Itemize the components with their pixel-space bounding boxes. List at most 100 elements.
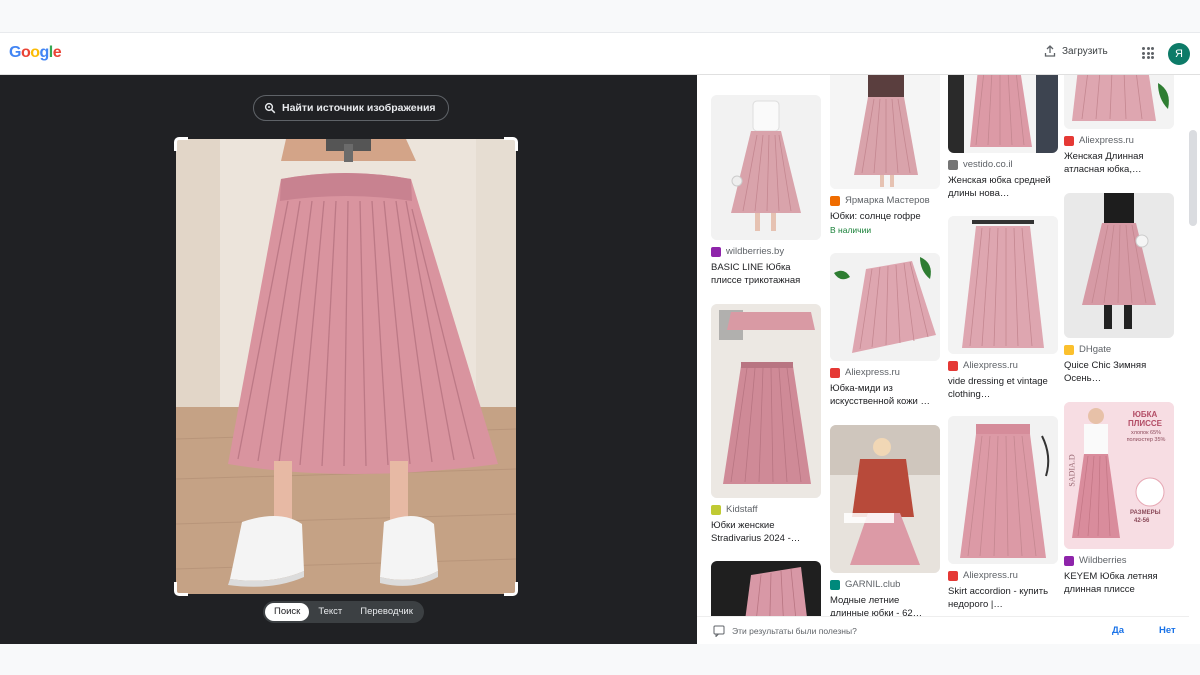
- result-thumbnail: [948, 75, 1058, 153]
- query-image[interactable]: [176, 139, 516, 594]
- source-favicon-icon: [948, 159, 958, 170]
- result-source: wildberries.by: [711, 246, 821, 257]
- crop-corner-top-right[interactable]: [504, 137, 518, 151]
- source-name: Aliexpress.ru: [845, 367, 900, 378]
- crop-corner-bottom-left[interactable]: [174, 582, 188, 596]
- result-thumbnail: [830, 425, 940, 573]
- logo-letter: g: [39, 44, 50, 61]
- result-title[interactable]: Quice Chic Зимняя Осень…: [1064, 359, 1174, 385]
- tab-text[interactable]: Текст: [309, 603, 351, 621]
- feedback-bar: Эти результаты были полезны? Да Нет: [697, 616, 1189, 644]
- result-card[interactable]: Aliexpress.ru Женская Длинная атласная ю…: [1064, 75, 1174, 176]
- result-card[interactable]: Kidstaff Юбки женские Stradivarius 2024 …: [711, 304, 821, 545]
- result-title[interactable]: Юбки женские Stradivarius 2024 -…: [711, 519, 821, 545]
- result-source: Aliexpress.ru: [830, 367, 940, 378]
- tab-translate[interactable]: Переводчик: [351, 603, 422, 621]
- source-name: wildberries.by: [726, 246, 785, 257]
- google-logo[interactable]: Google: [9, 44, 62, 62]
- source-name: DHgate: [1079, 344, 1112, 355]
- tab-search[interactable]: Поиск: [265, 603, 310, 621]
- result-card[interactable]: Aliexpress.ru vide dressing et vintage c…: [948, 216, 1058, 401]
- source-name: Ярмарка Мастеров: [845, 195, 930, 206]
- result-source: Kidstaff: [711, 504, 821, 515]
- source-favicon-icon: [711, 504, 721, 515]
- logo-letter: e: [52, 44, 62, 61]
- source-favicon-icon: [948, 360, 958, 371]
- result-card[interactable]: Aliexpress.ru Skirt accordion - купить н…: [948, 416, 1058, 611]
- result-card[interactable]: GARNIL.club Модные летние длинные юбки -…: [830, 425, 940, 620]
- result-title[interactable]: Женская юбка средней длины нова…: [948, 174, 1058, 200]
- avatar[interactable]: Я: [1168, 43, 1190, 65]
- lens-mode-switcher: Поиск Текст Переводчик: [263, 601, 424, 623]
- promo-sizes: 42-56: [1134, 518, 1150, 524]
- result-card[interactable]: ЮБКА ПЛИССЕ хлопок 65% полиэстер 35% РАЗ…: [1064, 402, 1174, 596]
- result-title[interactable]: KEYEM Юбка летняя длинная плиссе: [1064, 570, 1174, 596]
- logo-letter: o: [20, 44, 31, 61]
- upload-label: Загрузить: [1062, 45, 1108, 57]
- source-name: Aliexpress.ru: [963, 360, 1018, 371]
- lens-search-icon: [264, 102, 276, 114]
- result-source: GARNIL.club: [830, 579, 940, 590]
- source-name: Aliexpress.ru: [1079, 135, 1134, 146]
- result-source: Aliexpress.ru: [948, 570, 1058, 581]
- crop-corner-top-left[interactable]: [174, 137, 188, 151]
- result-source: Wildberries: [1064, 555, 1174, 566]
- browser-top-bar: [0, 0, 1200, 33]
- upload-icon: [1044, 45, 1056, 57]
- source-favicon-icon: [830, 195, 840, 206]
- feedback-no-button[interactable]: Нет: [1159, 625, 1176, 636]
- result-card[interactable]: Ярмарка Мастеров Юбки: солнце гофре В на…: [830, 75, 940, 235]
- header: Google Загрузить Я: [0, 33, 1200, 75]
- crop-corner-bottom-right[interactable]: [504, 582, 518, 596]
- result-source: Aliexpress.ru: [1064, 135, 1174, 146]
- apps-grid-icon[interactable]: [1142, 47, 1154, 59]
- find-image-source-button[interactable]: Найти источник изображения: [253, 95, 449, 121]
- result-title[interactable]: Юбки: солнце гофре: [830, 210, 940, 223]
- source-favicon-icon: [948, 570, 958, 581]
- promo-headline: ЮБКА ПЛИССЕ: [1127, 410, 1162, 428]
- result-title[interactable]: BASIC LINE Юбка плиссе трикотажная: [711, 261, 821, 287]
- result-card[interactable]: Aliexpress.ru Юбка-миди из искусственной…: [830, 253, 940, 408]
- logo-letter: G: [9, 44, 21, 61]
- source-name: GARNIL.club: [845, 579, 901, 590]
- promo-sizes-label: РАЗМЕРЫ: [1130, 510, 1161, 516]
- result-source: Ярмарка Мастеров: [830, 195, 940, 206]
- upload-button[interactable]: Загрузить: [1044, 45, 1108, 57]
- result-card[interactable]: wildberries.by BASIC LINE Юбка плиссе тр…: [711, 75, 821, 287]
- promo-brand: SADIA.D: [1067, 454, 1077, 487]
- result-thumbnail: [1064, 75, 1174, 129]
- result-title[interactable]: vide dressing et vintage clothing…: [948, 375, 1058, 401]
- result-thumbnail: [830, 75, 940, 189]
- source-favicon-icon: [830, 367, 840, 378]
- source-favicon-icon: [711, 246, 721, 257]
- result-source: DHgate: [1064, 344, 1174, 355]
- source-favicon-icon: [830, 579, 840, 590]
- result-thumbnail: [948, 216, 1058, 354]
- result-thumbnail: [1064, 193, 1174, 338]
- result-card[interactable]: vestido.co.il Женская юбка средней длины…: [948, 75, 1058, 200]
- logo-letter: o: [30, 44, 40, 61]
- result-title[interactable]: Юбка-миди из искусственной кожи …: [830, 382, 940, 408]
- source-favicon-icon: [1064, 135, 1074, 146]
- find-source-label: Найти источник изображения: [282, 102, 436, 114]
- result-source: Aliexpress.ru: [948, 360, 1058, 371]
- source-name: vestido.co.il: [963, 159, 1013, 170]
- feedback-icon: [713, 625, 725, 637]
- source-name: Aliexpress.ru: [963, 570, 1018, 581]
- visual-matches-panel: wildberries.by BASIC LINE Юбка плиссе тр…: [697, 75, 1200, 644]
- result-title[interactable]: Женская Длинная атласная юбка,…: [1064, 150, 1174, 176]
- result-card[interactable]: DHgate Quice Chic Зимняя Осень…: [1064, 193, 1174, 385]
- feedback-question: Эти результаты были полезны?: [732, 625, 857, 636]
- result-thumbnail: [711, 95, 821, 240]
- result-thumbnail: [948, 416, 1058, 564]
- source-favicon-icon: [1064, 555, 1074, 566]
- results-scrollbar[interactable]: [1189, 130, 1197, 226]
- result-title[interactable]: Skirt accordion - купить недорого |…: [948, 585, 1058, 611]
- lens-image-panel: Найти источник изображения Поиск Текст П…: [0, 75, 697, 644]
- result-source: vestido.co.il: [948, 159, 1058, 170]
- in-stock-badge: В наличии: [830, 225, 872, 235]
- source-name: Wildberries: [1079, 555, 1127, 566]
- result-thumbnail: [711, 304, 821, 498]
- feedback-yes-button[interactable]: Да: [1112, 625, 1124, 636]
- bottom-bar: [0, 644, 1200, 675]
